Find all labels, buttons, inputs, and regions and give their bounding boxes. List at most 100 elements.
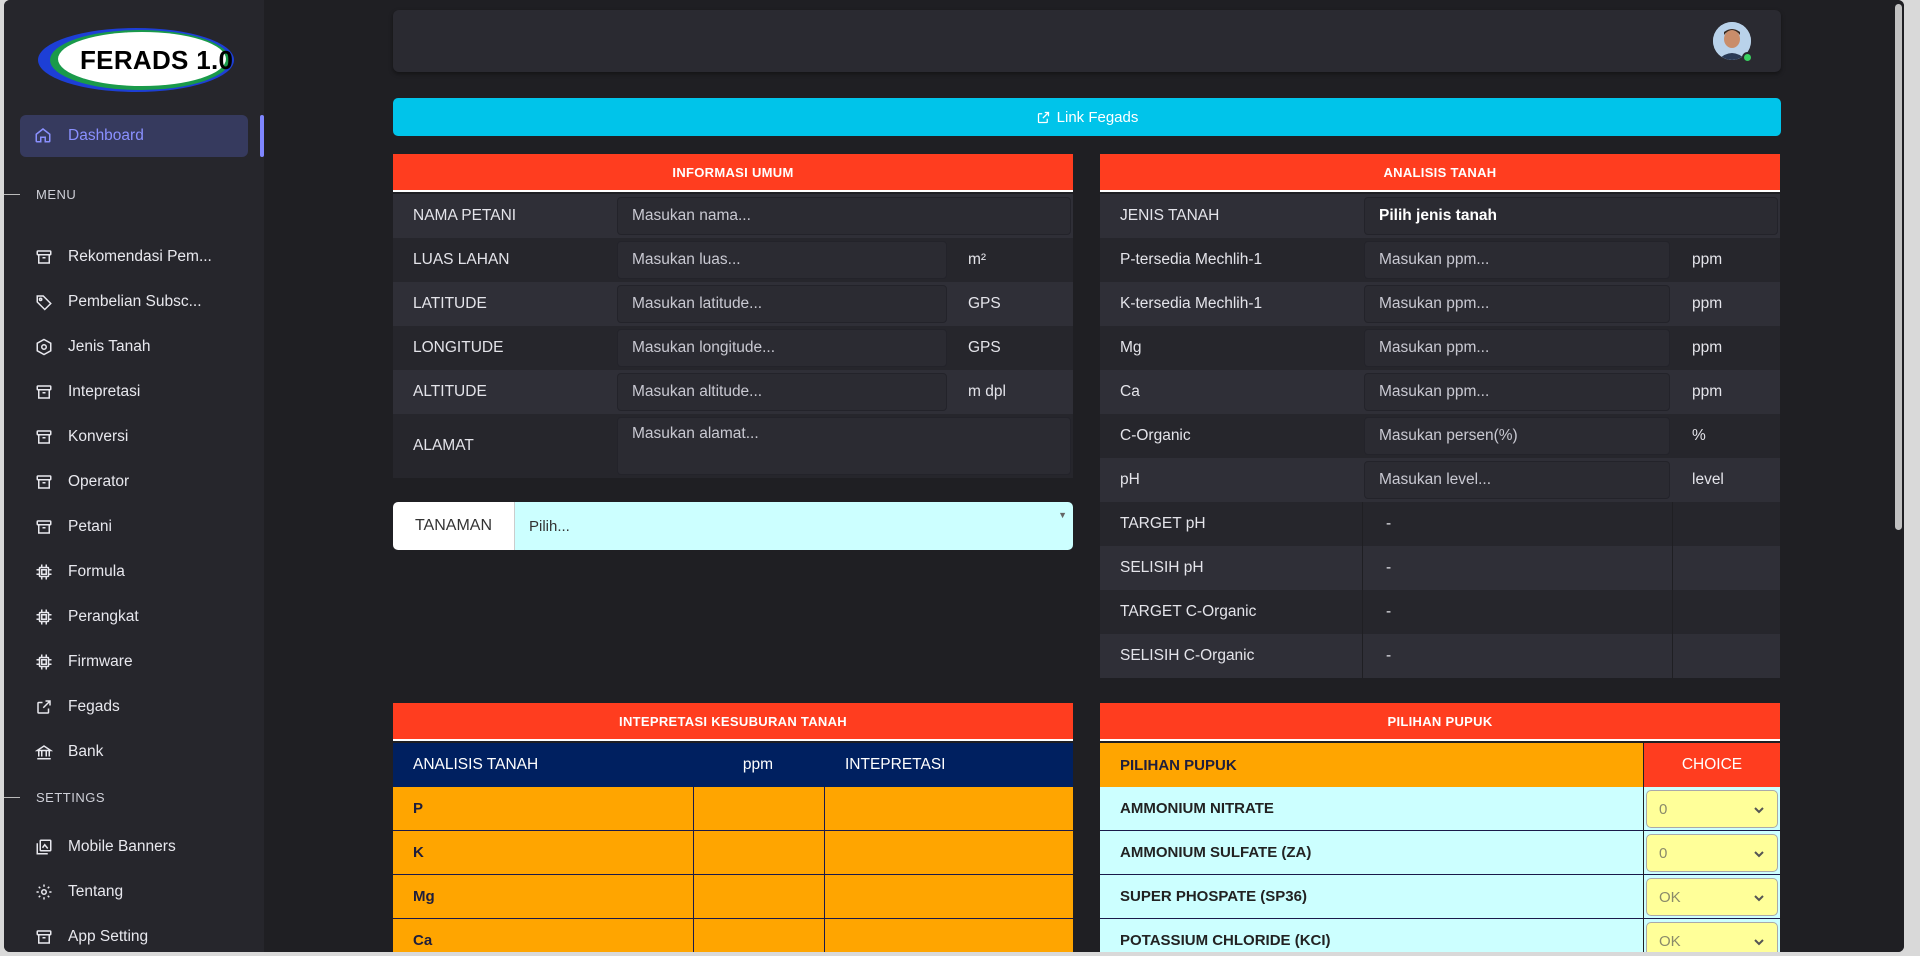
intepretasi-row-mg: Mg bbox=[393, 875, 1073, 919]
selisih-ph-label: SELISIH pH bbox=[1120, 559, 1204, 576]
pupuk-choice-select[interactable]: OK bbox=[1646, 878, 1778, 916]
pupuk-name: SUPER PHOSPATE (SP36) bbox=[1120, 888, 1307, 905]
tanaman-value: Pilih... bbox=[529, 517, 570, 535]
selisih-c-organic-value: - bbox=[1386, 647, 1392, 664]
luas-lahan-input[interactable]: Masukan luas... bbox=[617, 241, 947, 279]
sidebar-item-konversi[interactable]: Konversi bbox=[34, 423, 128, 451]
ca-label: Ca bbox=[1120, 383, 1140, 400]
nama-petani-label: NAMA PETANI bbox=[413, 207, 517, 224]
luas-lahan-unit: m² bbox=[968, 251, 987, 268]
chip-icon bbox=[34, 607, 54, 627]
online-status-dot bbox=[1742, 52, 1753, 63]
vertical-scrollbar[interactable] bbox=[1892, 0, 1904, 952]
app-logo[interactable]: FERADS 1.0 bbox=[36, 26, 236, 94]
c-organic-unit: % bbox=[1692, 427, 1706, 444]
chip-icon bbox=[34, 652, 54, 672]
archive-icon bbox=[34, 382, 54, 402]
pilihan-pupuk-header: PILIHAN PUPUK bbox=[1100, 703, 1780, 741]
latitude-input[interactable]: Masukan latitude... bbox=[617, 285, 947, 323]
gear-icon bbox=[34, 882, 54, 902]
p-tersedia-mechlih-1-row: P-tersedia Mechlih-1 Masukan ppm... ppm bbox=[1100, 238, 1780, 282]
pupuk-row-ammonium-sulfate-za: AMMONIUM SULFATE (ZA) bbox=[1100, 831, 1643, 875]
intepretasi-row-k: K bbox=[393, 831, 1073, 875]
alamat-row: ALAMAT Masukan alamat... bbox=[393, 414, 1073, 478]
sidebar-item-dashboard[interactable]: Dashboard bbox=[20, 115, 248, 157]
informasi-umum-header: INFORMASI UMUM bbox=[393, 154, 1073, 192]
tanaman-field: TANAMAN Pilih... ▼ bbox=[393, 502, 1073, 550]
pupuk-row-ammonium-nitrate: AMMONIUM NITRATE bbox=[1100, 787, 1643, 831]
altitude-input[interactable]: Masukan altitude... bbox=[617, 373, 947, 411]
sidebar-item-label: Bank bbox=[68, 743, 104, 760]
sidebar-item-label: Petani bbox=[68, 518, 112, 535]
sidebar-item-perangkat[interactable]: Perangkat bbox=[34, 603, 139, 631]
mg-label: Mg bbox=[1120, 339, 1142, 356]
k-tersedia-mechlih-1-row: K-tersedia Mechlih-1 Masukan ppm... ppm bbox=[1100, 282, 1780, 326]
intepretasi-row-ca: Ca bbox=[393, 919, 1073, 952]
pupuk-choice-select[interactable]: 0 bbox=[1646, 834, 1778, 872]
longitude-unit: GPS bbox=[968, 339, 1001, 356]
jenis-tanah-select[interactable]: Pilih jenis tanah bbox=[1364, 197, 1778, 235]
c-organic-label: C-Organic bbox=[1120, 427, 1191, 444]
placeholder-text: Masukan ppm... bbox=[1379, 339, 1490, 356]
placeholder-text: Masukan persen(%) bbox=[1379, 427, 1518, 444]
placeholder-text: Masukan ppm... bbox=[1379, 251, 1490, 268]
pupuk-choice-select[interactable]: 0 bbox=[1646, 790, 1778, 828]
sidebar-item-pembelian-subsc[interactable]: Pembelian Subsc... bbox=[34, 288, 202, 316]
sidebar-item-fegads[interactable]: Fegads bbox=[34, 693, 120, 721]
luas-lahan-row: LUAS LAHAN Masukan luas... m² bbox=[393, 238, 1073, 282]
target-c-organic-label: TARGET C-Organic bbox=[1120, 603, 1257, 620]
sidebar-item-petani[interactable]: Petani bbox=[34, 513, 112, 541]
placeholder-text: Masukan longitude... bbox=[632, 339, 776, 356]
top-bar bbox=[393, 10, 1781, 72]
sidebar-item-app-setting[interactable]: App Setting bbox=[34, 923, 148, 951]
tanaman-select[interactable]: Pilih... ▼ bbox=[515, 502, 1073, 550]
target-c-organic-row: TARGET C-Organic - bbox=[1100, 590, 1780, 634]
ca-input[interactable]: Masukan ppm... bbox=[1364, 373, 1670, 411]
bank-icon bbox=[34, 742, 54, 762]
sidebar-item-bank[interactable]: Bank bbox=[34, 738, 103, 766]
pupuk-choice-select[interactable]: OK bbox=[1646, 922, 1778, 952]
link-fegads-button[interactable]: Link Fegads bbox=[393, 98, 1781, 136]
target-ph-label: TARGET pH bbox=[1120, 515, 1206, 532]
selisih-c-organic-row: SELISIH C-Organic - bbox=[1100, 634, 1780, 678]
sidebar-item-label: Dashboard bbox=[68, 127, 144, 144]
ph-unit: level bbox=[1692, 471, 1724, 488]
sidebar-item-label: App Setting bbox=[68, 928, 149, 945]
pupuk-name: AMMONIUM NITRATE bbox=[1120, 800, 1274, 817]
longitude-row: LONGITUDE Masukan longitude... GPS bbox=[393, 326, 1073, 370]
row-label: Mg bbox=[413, 888, 435, 905]
latitude-label: LATITUDE bbox=[413, 295, 487, 312]
sidebar-item-operator[interactable]: Operator bbox=[34, 468, 129, 496]
sidebar-item-rekomendasi-pem[interactable]: Rekomendasi Pem... bbox=[34, 243, 212, 271]
k-tersedia-mechlih-1-input[interactable]: Masukan ppm... bbox=[1364, 285, 1670, 323]
ph-input[interactable]: Masukan level... bbox=[1364, 461, 1670, 499]
chip-icon bbox=[34, 562, 54, 582]
alamat-input[interactable]: Masukan alamat... bbox=[617, 417, 1071, 475]
longitude-input[interactable]: Masukan longitude... bbox=[617, 329, 947, 367]
sidebar-item-intepretasi[interactable]: Intepretasi bbox=[34, 378, 140, 406]
sidebar-item-mobile-banners[interactable]: Mobile Banners bbox=[34, 833, 176, 861]
c-organic-input[interactable]: Masukan persen(%) bbox=[1364, 417, 1670, 455]
nama-petani-input[interactable]: Masukan nama... bbox=[617, 197, 1071, 235]
scrollbar-thumb[interactable] bbox=[1895, 4, 1902, 530]
sidebar-item-label: Jenis Tanah bbox=[68, 338, 151, 355]
row-label: K bbox=[413, 844, 424, 861]
k-tersedia-mechlih-1-unit: ppm bbox=[1692, 295, 1723, 312]
sidebar-item-jenis-tanah[interactable]: Jenis Tanah bbox=[34, 333, 150, 361]
ca-row: Ca Masukan ppm... ppm bbox=[1100, 370, 1780, 414]
selisih-ph-row: SELISIH pH - bbox=[1100, 546, 1780, 590]
pupuk-col-header: PILIHAN PUPUK bbox=[1100, 743, 1643, 787]
target-ph-value: - bbox=[1386, 515, 1392, 532]
placeholder-text: Masukan ppm... bbox=[1379, 383, 1490, 400]
sidebar-item-formula[interactable]: Formula bbox=[34, 558, 125, 586]
target-c-organic-value: - bbox=[1386, 603, 1392, 620]
tag-icon bbox=[34, 292, 54, 312]
mg-row: Mg Masukan ppm... ppm bbox=[1100, 326, 1780, 370]
sidebar: FERADS 1.0 Dashboard MENU Rekomendasi Pe… bbox=[4, 0, 264, 952]
analisis-tanah-header: ANALISIS TANAH bbox=[1100, 154, 1780, 192]
mg-input[interactable]: Masukan ppm... bbox=[1364, 329, 1670, 367]
sidebar-item-tentang[interactable]: Tentang bbox=[34, 878, 123, 906]
p-tersedia-mechlih-1-input[interactable]: Masukan ppm... bbox=[1364, 241, 1670, 279]
sidebar-item-label: Mobile Banners bbox=[68, 838, 176, 855]
sidebar-item-firmware[interactable]: Firmware bbox=[34, 648, 133, 676]
